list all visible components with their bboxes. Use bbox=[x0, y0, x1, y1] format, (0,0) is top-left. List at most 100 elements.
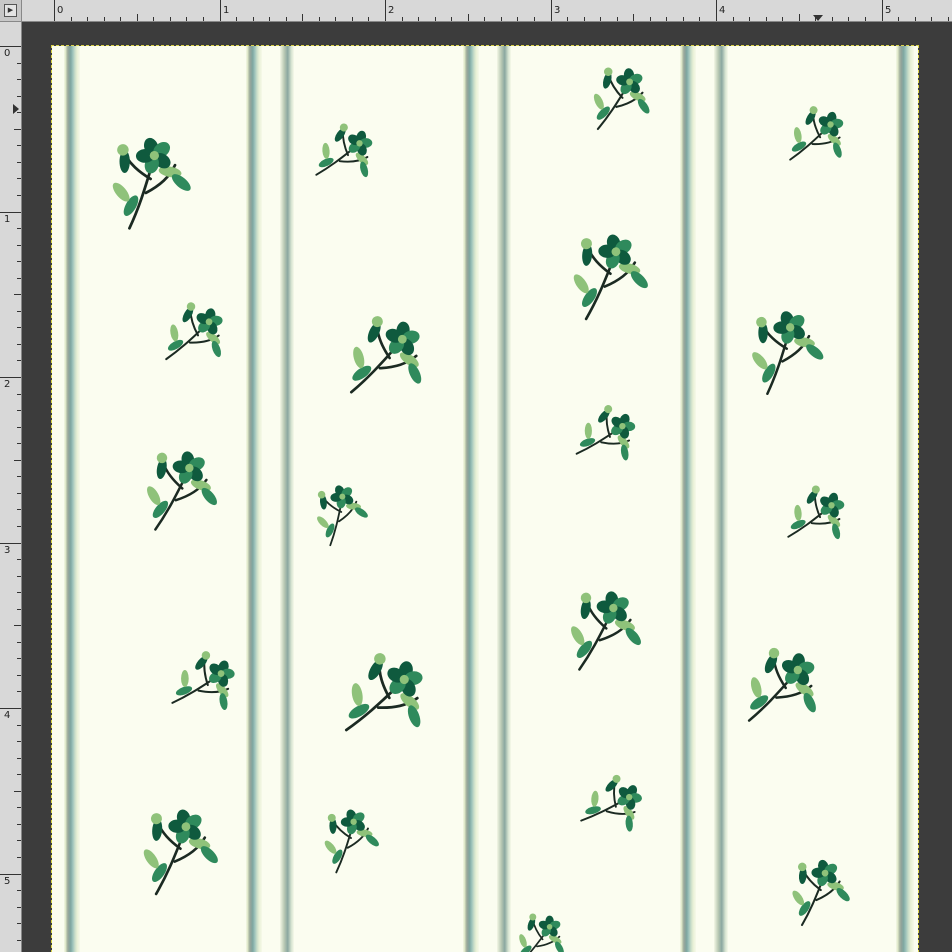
ruler-tick bbox=[650, 17, 651, 21]
floral-motif bbox=[171, 651, 235, 710]
ruler-tick bbox=[17, 278, 21, 279]
ruler-tick bbox=[551, 0, 552, 21]
ruler-tick bbox=[17, 344, 21, 345]
floral-motif bbox=[593, 67, 650, 131]
image-canvas[interactable] bbox=[51, 45, 919, 952]
ruler-tick bbox=[17, 559, 21, 560]
ruler-tick bbox=[120, 17, 121, 21]
ruler-tick bbox=[17, 642, 21, 643]
ruler-tick bbox=[931, 17, 932, 21]
ruler-tick bbox=[352, 17, 353, 21]
ruler-tick bbox=[236, 17, 237, 21]
ruler-tick bbox=[484, 17, 485, 21]
ruler-tick bbox=[14, 625, 21, 626]
ruler-tick bbox=[17, 526, 21, 527]
menu-arrow-icon[interactable]: ▶ bbox=[4, 4, 17, 17]
ruler-tick bbox=[501, 17, 502, 21]
ruler-tick bbox=[335, 17, 336, 21]
ruler-tick bbox=[302, 14, 303, 21]
ruler-label: 5 bbox=[4, 876, 11, 887]
floral-motif bbox=[317, 485, 368, 547]
ruler-tick bbox=[319, 17, 320, 21]
horizontal-ruler[interactable]: 0 1 2 3 4 5 bbox=[22, 0, 952, 22]
ruler-tick bbox=[17, 907, 21, 908]
ruler-tick bbox=[14, 791, 21, 792]
ruler-tick bbox=[17, 840, 21, 841]
floral-motif bbox=[752, 311, 824, 395]
ruler-tick bbox=[402, 17, 403, 21]
ruler-tick bbox=[17, 609, 21, 610]
stripe bbox=[680, 46, 696, 952]
ruler-tick bbox=[517, 17, 518, 21]
floral-motif bbox=[792, 859, 850, 927]
ruler-tick bbox=[87, 17, 88, 21]
stripe bbox=[497, 46, 511, 952]
ruler-tick bbox=[203, 17, 204, 21]
floral-motif bbox=[787, 485, 845, 540]
ruler-tick bbox=[17, 79, 21, 80]
ruler-tick bbox=[17, 245, 21, 246]
ruler-tick bbox=[766, 17, 767, 21]
ruler-tick bbox=[17, 824, 21, 825]
ruler-tick bbox=[600, 17, 601, 21]
ruler-tick bbox=[683, 17, 684, 21]
ruler-tick bbox=[815, 17, 816, 21]
ruler-tick bbox=[186, 17, 187, 21]
ruler-label: 2 bbox=[4, 379, 11, 390]
stripe bbox=[714, 46, 728, 952]
ruler-tick bbox=[14, 129, 21, 130]
ruler-tick bbox=[17, 311, 21, 312]
ruler-tick bbox=[17, 410, 21, 411]
floral-motif bbox=[519, 913, 564, 952]
ruler-tick bbox=[17, 228, 21, 229]
ruler-tick bbox=[451, 17, 452, 21]
stripe bbox=[463, 46, 479, 952]
floral-motif bbox=[143, 809, 218, 896]
ruler-tick bbox=[17, 774, 21, 775]
ruler-tick bbox=[0, 46, 21, 47]
floral-motif bbox=[324, 809, 379, 874]
ruler-tick bbox=[435, 17, 436, 21]
ruler-label: 3 bbox=[554, 5, 561, 16]
ruler-tick bbox=[17, 96, 21, 97]
ruler-label: 0 bbox=[57, 5, 64, 16]
ruler-tick bbox=[17, 476, 21, 477]
ruler-tick bbox=[666, 17, 667, 21]
ruler-tick bbox=[733, 17, 734, 21]
ruler-label: 4 bbox=[4, 710, 11, 721]
ruler-tick bbox=[799, 14, 800, 21]
ruler-tick bbox=[882, 0, 883, 21]
ruler-tick bbox=[948, 17, 949, 21]
ruler-tick bbox=[633, 14, 634, 21]
ruler-tick bbox=[17, 443, 21, 444]
ruler-tick bbox=[17, 576, 21, 577]
ruler-label: 4 bbox=[719, 5, 726, 16]
floral-motif bbox=[573, 234, 648, 321]
ruler-tick bbox=[17, 178, 21, 179]
ruler-label: 2 bbox=[388, 5, 395, 16]
floral-motif bbox=[580, 774, 642, 832]
ruler-tick bbox=[17, 509, 21, 510]
ruler-tick bbox=[716, 0, 717, 21]
ruler-tick bbox=[0, 377, 21, 378]
ruler-corner[interactable]: ▶ bbox=[0, 0, 22, 22]
ruler-tick bbox=[17, 63, 21, 64]
ruler-tick bbox=[0, 212, 21, 213]
ruler-tick bbox=[104, 17, 105, 21]
floral-motif bbox=[147, 451, 217, 531]
stripe bbox=[896, 46, 914, 952]
ruler-tick bbox=[17, 162, 21, 163]
ruler-tick bbox=[286, 17, 287, 21]
ruler-tick bbox=[368, 17, 369, 21]
ruler-label: 5 bbox=[885, 5, 892, 16]
ruler-tick bbox=[17, 112, 21, 113]
stripe bbox=[246, 46, 262, 952]
ruler-tick bbox=[220, 0, 221, 21]
floral-motif bbox=[575, 405, 636, 461]
floral-motif bbox=[344, 653, 423, 732]
vertical-ruler[interactable]: 0 1 2 3 4 5 bbox=[0, 22, 22, 952]
ruler-tick bbox=[17, 890, 21, 891]
ruler-tick bbox=[749, 17, 750, 21]
ruler-label: 1 bbox=[223, 5, 230, 16]
ruler-tick bbox=[617, 17, 618, 21]
